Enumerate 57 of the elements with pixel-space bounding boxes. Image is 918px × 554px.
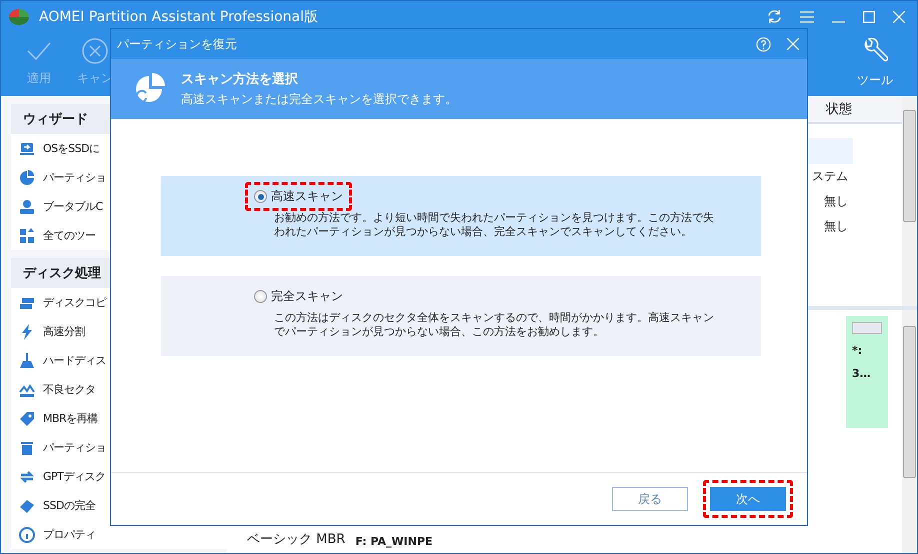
option-panel[interactable]: 完全スキャン この方法はディスクのセクタ全体をスキャンするので、時間がかかります。高速スキャンでパーティションが見つからない場合、この方法をお勧めします。 bbox=[161, 276, 761, 356]
option-description: お勧めの方法です。より短い時間で失われたパーティションを見つけます。この方法で失われたパーティションが見つからない場合、完全スキャンでスキャンしてください。 bbox=[274, 211, 714, 239]
option-description: この方法はディスクのセクタ全体をスキャンするので、時間がかかります。高速スキャンでパーティションが見つからない場合、この方法をお勧めします。 bbox=[274, 311, 714, 339]
option-label[interactable]: 高速スキャン bbox=[271, 188, 343, 205]
table-cell: 無し bbox=[824, 193, 848, 210]
back-button[interactable]: 戻る bbox=[612, 487, 688, 511]
sidebar-item[interactable]: 全てのツー bbox=[43, 228, 96, 243]
drive-icon bbox=[19, 140, 35, 156]
sidebar-item[interactable]: OSをSSDに bbox=[43, 141, 100, 156]
info-icon bbox=[19, 526, 35, 542]
partition-card[interactable]: *: 3… bbox=[846, 316, 888, 428]
option-panel[interactable]: 高速スキャン お勧めの方法です。より短い時間で失われたパーティションを見つけます。この方法で失われたパーティションが見つからない場合、完全スキャンでスキャンしてください。 bbox=[161, 176, 761, 256]
trash-icon bbox=[19, 440, 35, 456]
option-label[interactable]: 完全スキャン bbox=[271, 288, 343, 305]
radio-option[interactable]: 完全スキャン bbox=[245, 282, 352, 311]
eraser-icon bbox=[19, 498, 35, 514]
sidebar-item[interactable]: ディスクコピ bbox=[43, 295, 106, 310]
close-icon[interactable] bbox=[893, 10, 905, 22]
scrollbar[interactable] bbox=[902, 96, 917, 306]
partition-label: F: PA_WINPE bbox=[355, 535, 433, 548]
arrows-icon bbox=[19, 468, 35, 484]
help-icon[interactable] bbox=[756, 36, 771, 52]
maximize-icon[interactable] bbox=[863, 10, 875, 22]
disk-type: ベーシック MBR bbox=[247, 531, 346, 548]
step-title: スキャン方法を選択 bbox=[181, 70, 299, 88]
sidebar-item[interactable]: GPTディスク bbox=[43, 469, 106, 484]
table-cell: 無し bbox=[824, 218, 848, 235]
cancel-icon bbox=[82, 38, 108, 64]
tag-icon bbox=[19, 410, 35, 426]
window-title: AOMEI Partition Assistant Professional版 bbox=[39, 8, 318, 26]
radio-button[interactable] bbox=[254, 190, 267, 203]
size-bar bbox=[852, 322, 882, 334]
wave-icon bbox=[19, 382, 35, 398]
partition-size: 3… bbox=[852, 367, 872, 380]
menu-icon[interactable] bbox=[800, 10, 814, 22]
sidebar-item[interactable]: ハードディス bbox=[43, 353, 106, 368]
scrollbar[interactable] bbox=[902, 310, 917, 553]
lightning-icon bbox=[19, 324, 35, 340]
grid-icon bbox=[19, 228, 35, 244]
sidebar-item[interactable]: 高速分割 bbox=[43, 324, 85, 339]
sidebar-item[interactable]: プロパティ bbox=[43, 527, 96, 542]
dialog-title: パーティションを復元 bbox=[117, 36, 237, 52]
pie-chart-icon bbox=[19, 170, 35, 186]
sidebar-item[interactable]: SSDの完全 bbox=[43, 498, 96, 513]
sidebar-item[interactable]: 不良セクタ bbox=[43, 382, 96, 397]
refresh-icon[interactable] bbox=[767, 9, 782, 24]
logo-icon bbox=[7, 6, 31, 26]
drive-letter: *: bbox=[852, 344, 864, 357]
table-cell: ステム bbox=[812, 168, 848, 185]
column-header[interactable]: 状態 bbox=[826, 100, 852, 118]
radio-button[interactable] bbox=[254, 290, 267, 303]
sidebar-item[interactable]: ブータブルC bbox=[43, 199, 103, 214]
sidebar-item[interactable]: パーティショ bbox=[43, 440, 106, 455]
sidebar-item[interactable]: パーティショ bbox=[43, 170, 106, 185]
brush-icon bbox=[19, 352, 35, 368]
close-icon[interactable] bbox=[787, 38, 799, 50]
sidebar-item[interactable]: MBRを再構 bbox=[43, 411, 98, 426]
